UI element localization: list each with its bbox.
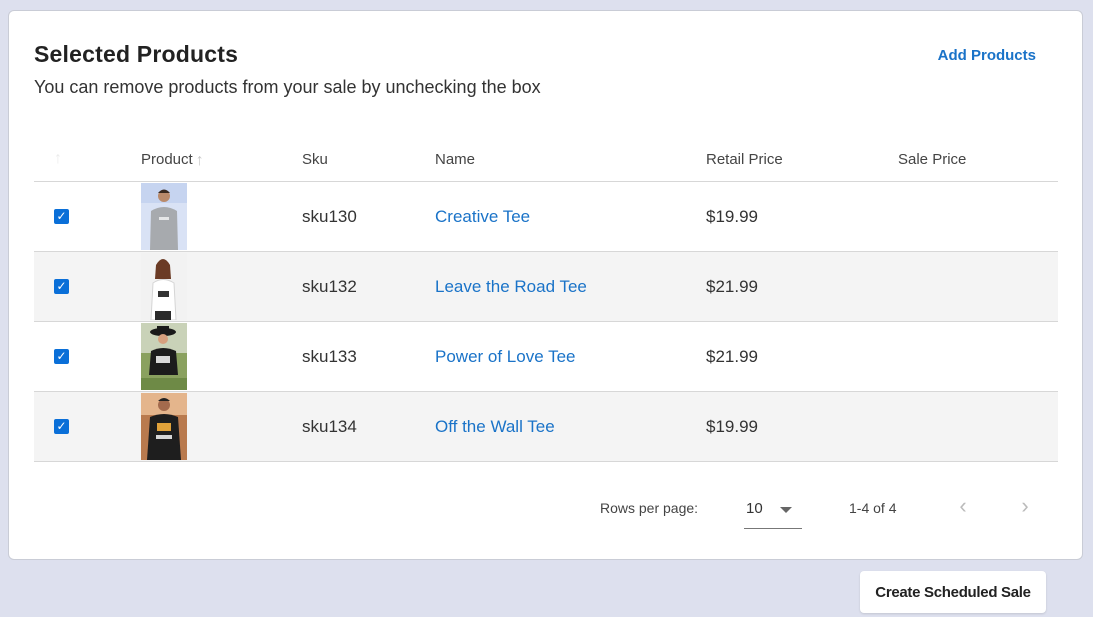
row-retail-price: $19.99 [706, 207, 758, 226]
row-retail-price: $19.99 [706, 417, 758, 436]
row-checkbox[interactable]: ✓ [54, 209, 69, 224]
row-retail-price: $21.99 [706, 347, 758, 366]
table-row: ✓ sku134 Off the Wall Tee $19.99 [34, 392, 1058, 462]
row-product-name-link[interactable]: Off the Wall Tee [435, 417, 555, 437]
chevron-left-icon[interactable]: ‹ [951, 495, 975, 519]
product-thumbnail [141, 253, 187, 320]
chevron-right-icon[interactable]: › [1013, 495, 1037, 519]
row-product-name-link[interactable]: Leave the Road Tee [435, 277, 587, 297]
products-table: ↑ Product ↑ Sku Name Retail Price Sale Pr… [34, 121, 1058, 529]
header-retail-price[interactable]: Retail Price [706, 151, 783, 168]
header-name[interactable]: Name [435, 151, 475, 168]
rows-per-page-label: Rows per page: [600, 500, 699, 516]
rows-per-page-value: 10 [746, 500, 763, 517]
header-sku[interactable]: Sku [302, 151, 328, 168]
table-row: ✓ sku133 Power of Love Tee $21.99 [34, 322, 1058, 392]
row-checkbox[interactable]: ✓ [54, 349, 69, 364]
card-title: Selected Products [34, 41, 239, 67]
table-row: ✓ sku132 Leave the Road Tee $21.99 [34, 252, 1058, 322]
row-checkbox[interactable]: ✓ [54, 279, 69, 294]
header-product-label: Product [141, 151, 193, 168]
row-sku: sku133 [302, 347, 357, 366]
table-header: ↑ Product ↑ Sku Name Retail Price Sale Pr… [34, 121, 1058, 182]
table-row: ✓ sku130 Creative Tee $19.99 [34, 182, 1058, 252]
product-thumbnail [141, 393, 187, 460]
select-all-sort-icon[interactable]: ↑ [54, 150, 62, 168]
row-sku: sku130 [302, 207, 357, 226]
row-product-name-link[interactable]: Creative Tee [435, 207, 530, 227]
row-sku: sku134 [302, 417, 357, 436]
pagination-range: 1-4 of 4 [849, 500, 897, 516]
create-scheduled-sale-button[interactable]: Create Scheduled Sale [860, 571, 1046, 613]
header-sale-price[interactable]: Sale Price [898, 151, 966, 168]
product-thumbnail [141, 183, 187, 250]
header-product[interactable]: Product ↑ [141, 151, 204, 169]
row-retail-price: $21.99 [706, 277, 758, 296]
row-product-name-link[interactable]: Power of Love Tee [435, 347, 576, 367]
product-thumbnail [141, 323, 187, 390]
selected-products-card: Selected Products You can remove product… [8, 10, 1083, 560]
caret-down-icon [780, 507, 792, 513]
sort-arrow-up-icon: ↑ [195, 152, 204, 169]
rows-per-page-select[interactable]: 10 [744, 492, 802, 529]
row-checkbox[interactable]: ✓ [54, 419, 69, 434]
table-pagination: Rows per page: 10 1-4 of 4 ‹ › [34, 482, 1058, 552]
add-products-link[interactable]: Add Products [938, 47, 1036, 64]
card-subtitle: You can remove products from your sale b… [34, 77, 541, 97]
row-sku: sku132 [302, 277, 357, 296]
